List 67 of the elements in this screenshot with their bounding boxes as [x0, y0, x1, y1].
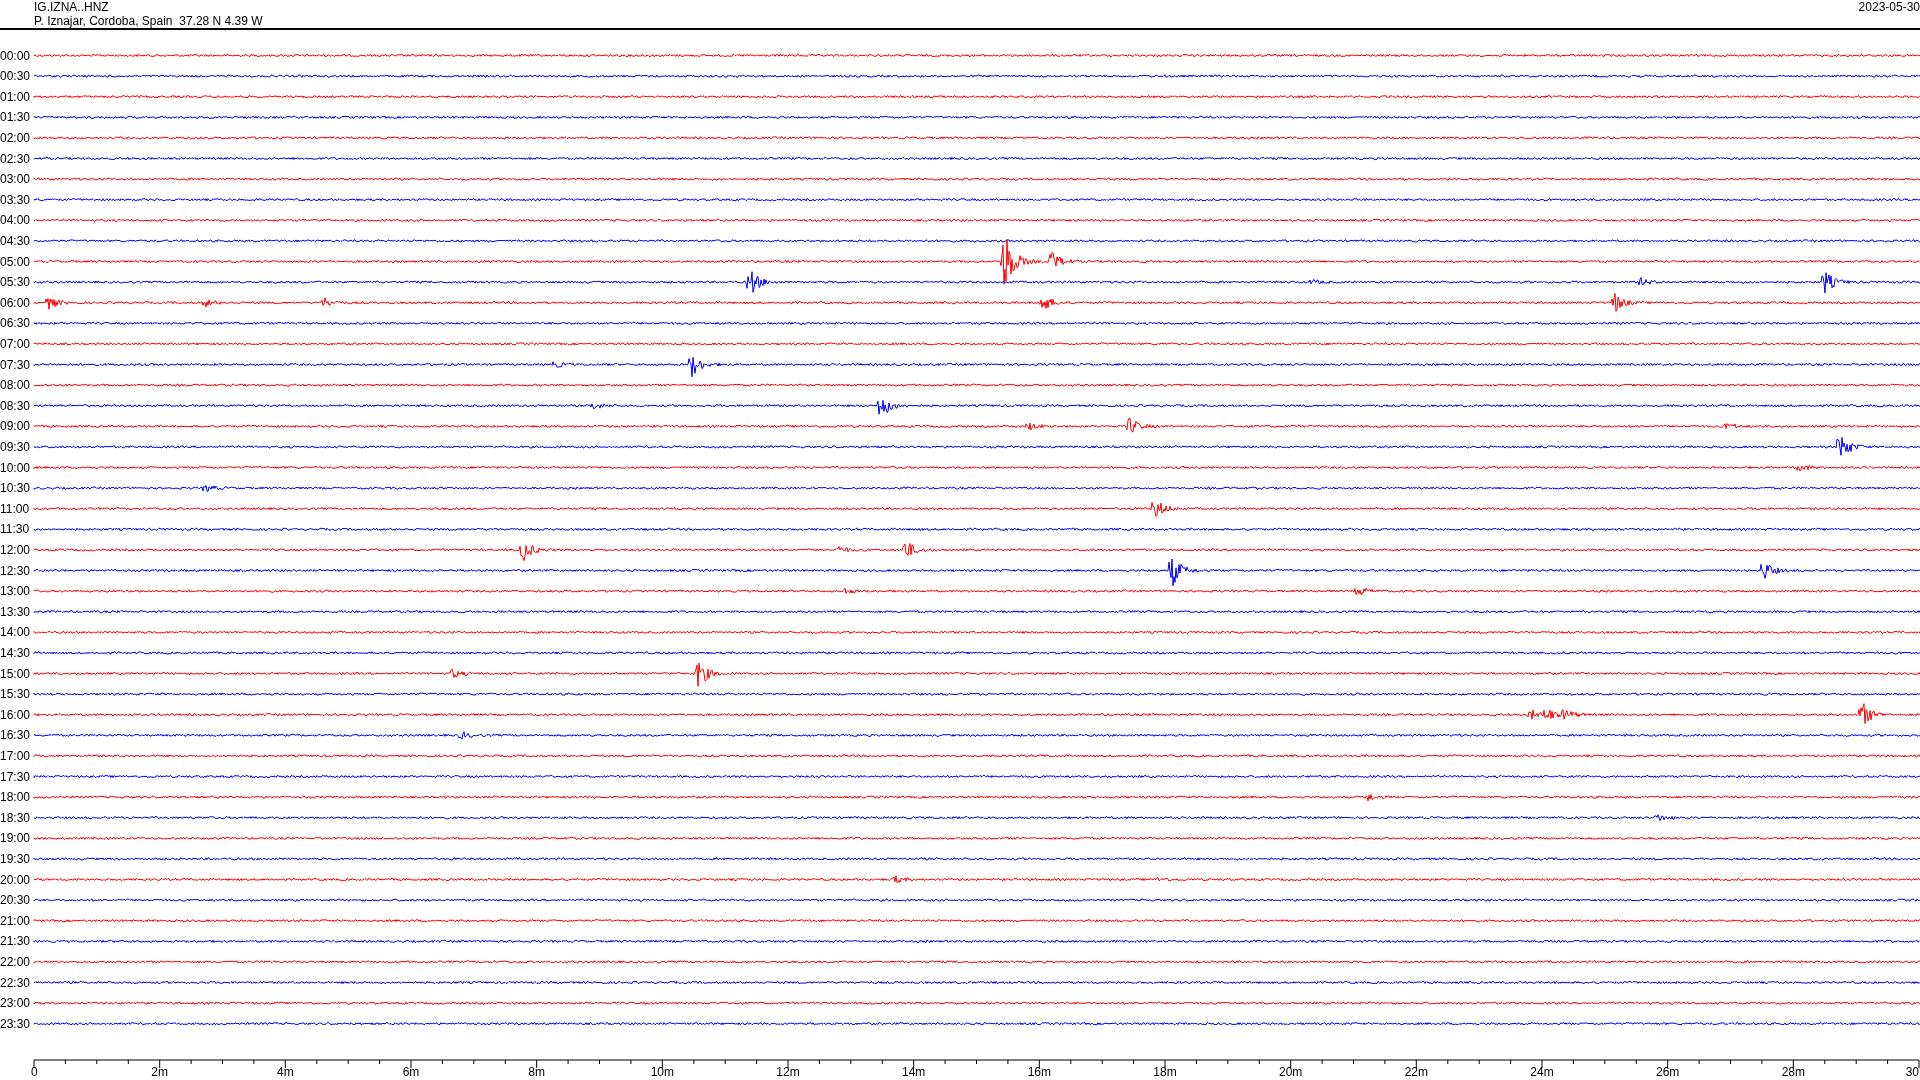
time-label: 01:30 — [0, 110, 31, 125]
time-label: 18:00 — [0, 790, 31, 805]
time-label: 18:30 — [0, 810, 31, 825]
station-code: IG.IZNA..HNZ — [34, 0, 110, 14]
axis-tick-label: 18m — [1153, 1065, 1177, 1079]
axis-tick-label: 6m — [402, 1065, 420, 1079]
time-label: 13:30 — [0, 604, 31, 619]
time-label: 06:30 — [0, 316, 31, 331]
time-label: 06:00 — [0, 295, 31, 310]
time-label: 00:00 — [0, 48, 31, 63]
record-date: 2023-05-30 — [1858, 0, 1920, 14]
time-label: 23:00 — [0, 996, 31, 1011]
axis-tick-label: 30 — [1905, 1065, 1919, 1079]
time-label: 16:00 — [0, 707, 31, 722]
axis-tick-label: 26m — [1656, 1065, 1680, 1079]
axis-tick-label: 12m — [776, 1065, 800, 1079]
time-label: 19:30 — [0, 851, 31, 866]
axis-tick-label: 4m — [277, 1065, 294, 1079]
time-label: 17:00 — [0, 748, 31, 763]
axis-tick-label: 0 — [31, 1065, 38, 1079]
time-label: 12:00 — [0, 542, 31, 557]
time-label: 05:30 — [0, 275, 31, 290]
axis-tick-label: 14m — [902, 1065, 926, 1079]
time-label: 20:30 — [0, 893, 31, 908]
time-label: 08:00 — [0, 378, 31, 393]
time-label: 01:00 — [0, 89, 31, 104]
time-label: 02:00 — [0, 130, 31, 145]
time-label: 10:00 — [0, 460, 31, 475]
time-label: 16:30 — [0, 728, 31, 743]
time-label: 22:00 — [0, 954, 31, 969]
axis-tick-label: 8m — [528, 1065, 545, 1079]
time-label: 15:30 — [0, 687, 31, 702]
time-label: 05:00 — [0, 254, 31, 269]
time-label: 04:30 — [0, 233, 31, 248]
time-label: 19:00 — [0, 831, 31, 846]
axis-tick-label: 16m — [1027, 1065, 1051, 1079]
time-label: 00:30 — [0, 69, 31, 84]
axis-tick-label: 28m — [1781, 1065, 1805, 1079]
time-label: 11:00 — [0, 501, 30, 516]
time-label: 07:30 — [0, 357, 31, 372]
time-label: 10:30 — [0, 481, 31, 496]
time-label: 11:30 — [0, 522, 30, 537]
time-label: 22:30 — [0, 975, 31, 990]
station-location: P. Iznajar, Cordoba, Spain 37.28 N 4.39 W — [34, 14, 263, 28]
time-label: 04:00 — [0, 213, 31, 228]
axis-tick-label: 10m — [650, 1065, 674, 1079]
time-label: 02:30 — [0, 151, 31, 166]
time-label: 21:00 — [0, 913, 31, 928]
axis-tick-label: 2m — [151, 1065, 168, 1079]
time-label: 09:30 — [0, 439, 31, 454]
time-label: 21:30 — [0, 934, 31, 949]
time-label: 08:30 — [0, 398, 31, 413]
axis-tick-label: 24m — [1530, 1065, 1554, 1079]
axis-tick-label: 22m — [1404, 1065, 1428, 1079]
time-label: 12:30 — [0, 563, 31, 578]
axis-tick-label: 20m — [1279, 1065, 1303, 1079]
time-label: 03:30 — [0, 192, 31, 207]
time-label: 17:30 — [0, 769, 31, 784]
time-label: 13:00 — [0, 584, 31, 599]
time-label: 20:00 — [0, 872, 31, 887]
time-label: 09:00 — [0, 419, 31, 434]
time-label: 03:00 — [0, 172, 31, 187]
time-label: 14:30 — [0, 645, 31, 660]
time-label: 23:30 — [0, 1016, 31, 1031]
time-label: 14:00 — [0, 625, 31, 640]
time-label: 15:00 — [0, 666, 31, 681]
time-label: 07:00 — [0, 336, 31, 351]
